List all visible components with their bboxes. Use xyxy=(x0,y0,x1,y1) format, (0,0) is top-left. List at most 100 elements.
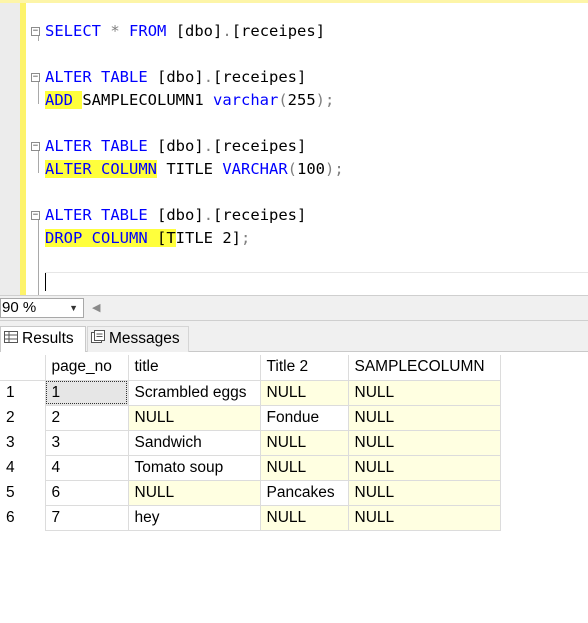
grid-cell[interactable]: 6 xyxy=(44,479,129,506)
table-row[interactable]: 2 2 NULL Fondue NULL xyxy=(0,404,501,431)
outline-guide xyxy=(38,82,39,104)
code-token: * xyxy=(110,22,120,40)
zoom-value: 90 % xyxy=(2,299,37,316)
code-token: [T xyxy=(147,229,176,247)
row-number[interactable]: 1 xyxy=(0,380,45,405)
grid-cell[interactable]: NULL xyxy=(347,504,501,531)
code-token: [receipes] xyxy=(213,206,307,224)
table-row[interactable]: 4 4 Tomato soup NULL NULL xyxy=(0,454,501,481)
grid-cell[interactable]: NULL xyxy=(259,379,349,406)
code-line[interactable]: DROP COLUMN [TITLE 2]; xyxy=(45,228,250,248)
code-token: TABLE xyxy=(101,206,148,224)
change-tracking-bar xyxy=(20,3,26,295)
code-token: ( xyxy=(287,160,298,178)
row-number[interactable]: 3 xyxy=(0,430,45,455)
grid-cell[interactable]: NULL xyxy=(347,429,501,456)
code-token: ITLE 2] xyxy=(175,229,241,247)
collapse-toggle-icon[interactable]: − xyxy=(31,73,40,82)
table-row[interactable]: 3 3 Sandwich NULL NULL xyxy=(0,429,501,456)
grid-cell[interactable]: NULL xyxy=(347,454,501,481)
grid-cell[interactable]: NULL xyxy=(259,454,349,481)
column-header[interactable]: page_no xyxy=(44,355,129,381)
messages-icon xyxy=(91,327,105,351)
grid-cell[interactable]: Tomato soup xyxy=(127,454,261,481)
code-token: SELECT xyxy=(45,22,101,40)
code-line[interactable]: ALTER TABLE [dbo].[receipes] xyxy=(45,205,306,225)
code-token: FROM xyxy=(129,22,167,40)
grid-cell[interactable]: NULL xyxy=(347,404,501,431)
code-token: varchar xyxy=(213,91,279,109)
chevron-down-icon[interactable]: ▼ xyxy=(69,299,78,317)
results-tab-bar: Results Messages xyxy=(0,321,588,352)
code-token: ALTER xyxy=(45,137,92,155)
code-token: . xyxy=(203,137,214,155)
grid-cell[interactable]: NULL xyxy=(127,479,261,506)
code-token: ; xyxy=(241,229,251,247)
code-line[interactable]: ALTER COLUMN TITLE VARCHAR(100); xyxy=(45,159,344,179)
code-line[interactable]: ALTER TABLE [dbo].[receipes] xyxy=(45,136,306,156)
grid-cell[interactable]: Sandwich xyxy=(127,429,261,456)
grid-cell[interactable]: NULL xyxy=(127,404,261,431)
grid-cell[interactable]: Pancakes xyxy=(259,479,349,506)
code-line[interactable]: ADD SAMPLECOLUMN1 varchar(255); xyxy=(45,90,334,110)
code-token: [dbo] xyxy=(166,22,223,40)
table-row[interactable]: 1 1 Scrambled eggs NULL NULL xyxy=(0,379,501,406)
grid-cell[interactable]: 7 xyxy=(44,504,129,531)
outline-guide xyxy=(38,151,39,173)
column-header[interactable]: SAMPLECOLUMN xyxy=(347,355,501,381)
code-token: COLUMN xyxy=(91,229,148,247)
editor-gutter xyxy=(0,3,20,295)
code-token: . xyxy=(203,206,214,224)
column-header[interactable]: title xyxy=(127,355,261,381)
code-token: [receipes] xyxy=(213,137,307,155)
grid-cell[interactable]: NULL xyxy=(347,379,501,406)
collapse-toggle-icon[interactable]: − xyxy=(31,142,40,151)
tab-messages[interactable]: Messages xyxy=(87,326,189,352)
row-number[interactable]: 2 xyxy=(0,405,45,430)
tab-results[interactable]: Results xyxy=(0,326,86,352)
row-number[interactable]: 6 xyxy=(0,505,45,530)
grid-cell[interactable]: Fondue xyxy=(259,404,349,431)
scroll-left-icon[interactable]: ◀ xyxy=(92,300,100,316)
grid-cell[interactable]: Scrambled eggs xyxy=(127,379,261,406)
editor-status-bar: 90 % ▼ ◀ xyxy=(0,295,588,321)
grid-header-row: page_no title Title 2 SAMPLECOLUMN xyxy=(0,355,501,381)
query-editor[interactable]: − − − − SELECT * FROM [dbo].[receipes] A… xyxy=(0,3,588,295)
tab-results-label: Results xyxy=(22,330,74,348)
code-token: ); xyxy=(325,160,344,178)
grid-cell[interactable]: 1 xyxy=(44,379,129,406)
grid-cell[interactable]: NULL xyxy=(347,479,501,506)
text-caret xyxy=(45,273,46,291)
table-row[interactable]: 5 6 NULL Pancakes NULL xyxy=(0,479,501,506)
code-token: ( xyxy=(278,91,288,109)
collapse-toggle-icon[interactable]: − xyxy=(31,211,40,220)
grid-cell[interactable]: 2 xyxy=(44,404,129,431)
code-token: [dbo] xyxy=(147,68,204,86)
code-line[interactable]: SELECT * FROM [dbo].[receipes] xyxy=(45,21,325,41)
grid-cell[interactable]: NULL xyxy=(259,504,349,531)
grid-cell[interactable]: 4 xyxy=(44,454,129,481)
code-token: [receipes] xyxy=(231,22,326,40)
grid-cell[interactable]: NULL xyxy=(259,429,349,456)
code-token: TABLE xyxy=(101,68,148,86)
code-token: ); xyxy=(315,91,335,109)
row-number[interactable]: 5 xyxy=(0,480,45,505)
grid-cell[interactable]: hey xyxy=(127,504,261,531)
row-number[interactable]: 4 xyxy=(0,455,45,480)
grid-cell[interactable]: 3 xyxy=(44,429,129,456)
table-row[interactable]: 6 7 hey NULL NULL xyxy=(0,504,501,531)
column-header[interactable]: Title 2 xyxy=(259,355,349,381)
code-token xyxy=(82,229,92,247)
results-grid[interactable]: page_no title Title 2 SAMPLECOLUMN 1 1 S… xyxy=(0,355,501,531)
zoom-dropdown[interactable]: 90 % ▼ xyxy=(0,298,84,318)
code-token: . xyxy=(203,68,214,86)
row-header-corner[interactable] xyxy=(0,355,46,381)
code-token: TABLE xyxy=(101,137,148,155)
code-token: 100 xyxy=(297,160,326,178)
collapse-toggle-icon[interactable]: − xyxy=(31,27,40,36)
code-line[interactable]: ALTER TABLE [dbo].[receipes] xyxy=(45,67,306,87)
